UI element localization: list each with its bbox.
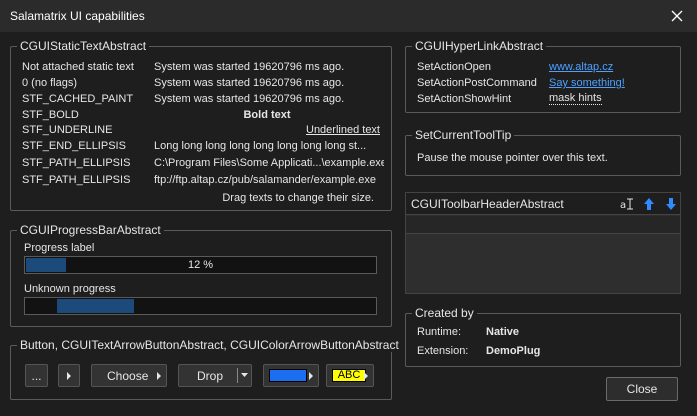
chevron-right-icon (157, 372, 161, 380)
ellipsis-button[interactable]: ... (25, 364, 48, 387)
toolbar-header-title: CGUIToolbarHeaderAbstract (411, 197, 564, 211)
extension-label: Extension: (417, 345, 469, 357)
marquee-progress-fill (56, 299, 134, 313)
color-button-yellow[interactable]: ABC (326, 364, 374, 387)
static-text-group-title: CGUIStaticTextAbstract (17, 39, 150, 53)
tooltip-group: SetCurrentToolTip Pause the mouse pointe… (405, 128, 681, 176)
hyperlink-label-hint: SetActionShowHint (417, 93, 512, 105)
static-label-0: Not attached static text (22, 61, 134, 73)
hyperlink-open[interactable]: www.altap.cz (549, 60, 613, 74)
static-value-path-ellipsis-2: ftp://ftp.altap.cz/pub/salamander/exampl… (154, 174, 376, 186)
static-value-bold: Bold text (243, 109, 291, 121)
static-value-0: System was started 19620796 ms ago. (154, 61, 345, 73)
static-label-7: STF_PATH_ELLIPSIS (22, 174, 131, 186)
hyperlink-group: CGUIHyperLinkAbstract SetActionOpen www.… (405, 39, 681, 113)
hyperlink-post-command[interactable]: Say something! (549, 76, 625, 90)
hyperlink-group-title: CGUIHyperLinkAbstract (412, 39, 547, 53)
close-icon (671, 10, 683, 22)
buttons-group: Button, CGUITextArrowButtonAbstract, CGU… (10, 338, 402, 400)
static-label-4: STF_UNDERLINE (22, 124, 113, 136)
color-swatch-blue (269, 369, 307, 382)
runtime-label: Runtime: (417, 326, 462, 338)
progress-bar-text: 12 % (187, 259, 214, 271)
static-label-3: STF_BOLD (22, 109, 79, 121)
arrow-down-icon[interactable] (665, 197, 677, 211)
static-value-path-ellipsis-1: C:\Program Files\Some Applicati...\examp… (154, 157, 384, 169)
progress-bar: 12 % (24, 256, 377, 274)
drop-button-label: Drop (197, 368, 224, 383)
static-value-2: System was started 19620796 ms ago. (154, 93, 345, 105)
hyperlink-show-hint[interactable]: mask hints (549, 92, 602, 105)
tooltip-group-title: SetCurrentToolTip (412, 128, 515, 142)
created-by-title: Created by (412, 306, 477, 320)
close-button[interactable]: Close (606, 377, 678, 401)
color-swatch-yellow: ABC (332, 369, 366, 382)
drop-button[interactable]: Drop (178, 364, 252, 387)
extension-value: DemoPlug (486, 345, 541, 357)
dropdown-arrow-icon (241, 373, 248, 377)
runtime-value: Native (486, 326, 520, 338)
marquee-progress-bar (24, 297, 377, 315)
static-value-underline: Underlined text (306, 124, 380, 136)
unknown-progress-label: Unknown progress (24, 283, 116, 295)
text-cursor-icon[interactable]: a (620, 197, 634, 211)
static-value-1: System was started 19620796 ms ago. (154, 77, 345, 89)
choose-button-label: Choose (107, 368, 149, 383)
arrow-right-icon (67, 371, 71, 380)
static-label-6: STF_PATH_ELLIPSIS (22, 157, 131, 169)
title-bar: Salamatrix UI capabilities (0, 0, 697, 32)
tooltip-target-text[interactable]: Pause the mouse pointer over this text. (417, 151, 608, 165)
toolbar-header: CGUIToolbarHeaderAbstract a (406, 193, 680, 215)
progress-label: Progress label (24, 242, 95, 254)
hyperlink-label-post: SetActionPostCommand (417, 77, 537, 89)
svg-text:a: a (620, 200, 626, 211)
chevron-right-icon (364, 372, 368, 380)
color-button-blue[interactable] (263, 364, 319, 387)
buttons-group-title: Button, CGUITextArrowButtonAbstract, CGU… (17, 338, 402, 352)
static-text-group: CGUIStaticTextAbstract Not attached stat… (10, 39, 392, 211)
toolbar-header-panel: CGUIToolbarHeaderAbstract a (405, 192, 681, 294)
choose-button[interactable]: Choose (91, 364, 167, 387)
progress-group-title: CGUIProgressBarAbstract (17, 223, 164, 237)
static-text-hint: Drag texts to change their size. (222, 192, 374, 204)
window-title: Salamatrix UI capabilities (10, 9, 145, 23)
created-by-group: Created by Runtime: Native Extension: De… (405, 306, 681, 367)
static-label-2: STF_CACHED_PAINT (22, 93, 134, 105)
hyperlink-label-open: SetActionOpen (417, 61, 491, 73)
static-label-5: STF_END_ELLIPSIS (22, 140, 126, 152)
drop-split-divider (237, 368, 238, 383)
progress-group: CGUIProgressBarAbstract Progress label 1… (10, 223, 392, 327)
chevron-right-icon (309, 372, 313, 380)
arrow-button[interactable] (58, 364, 80, 387)
static-label-1: 0 (no flags) (22, 77, 78, 89)
toolbar-strip (406, 216, 680, 234)
arrow-up-icon[interactable] (643, 197, 655, 211)
static-value-end-ellipsis: Long long long long long long long long … (154, 140, 367, 152)
window-close-button[interactable] (657, 0, 697, 32)
